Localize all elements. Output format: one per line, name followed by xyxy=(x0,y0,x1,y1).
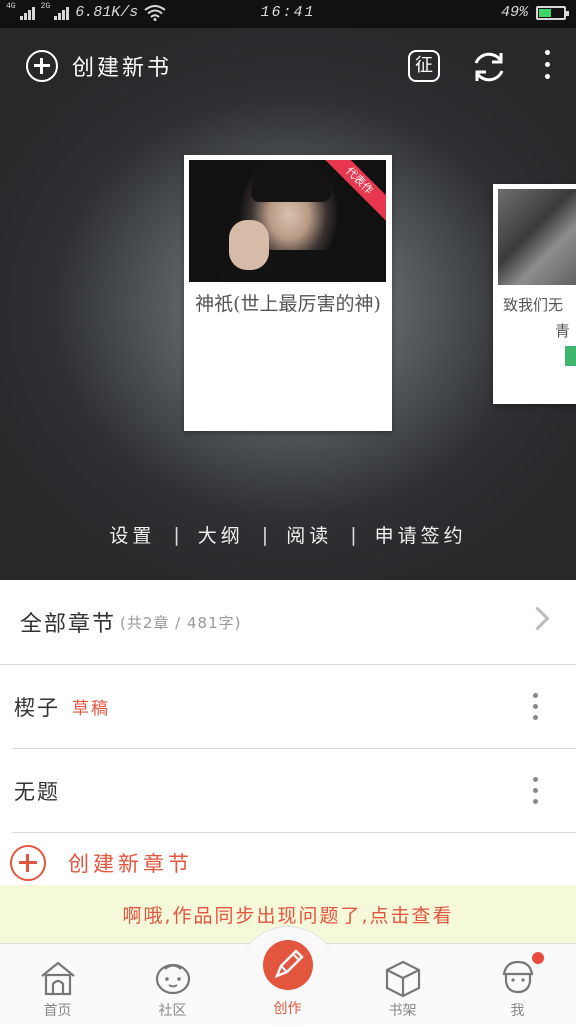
chapter-list: 全部章节 (共2章 / 481字) 楔子 草稿 无题 创建新章节 xyxy=(0,580,576,893)
pencil-icon xyxy=(274,949,304,979)
chevron-right-icon xyxy=(525,606,550,631)
box-icon xyxy=(385,960,420,998)
all-chapters-label: 全部章节 xyxy=(20,612,117,637)
book-status-tag xyxy=(565,346,576,366)
chapter-title: 无题 xyxy=(14,779,60,804)
plus-circle-icon xyxy=(10,845,46,881)
book-card-next[interactable]: 致我们无 青 xyxy=(493,184,576,404)
book-cover-image: 代表作 xyxy=(189,160,386,282)
chapter-more-icon[interactable] xyxy=(533,777,538,810)
chapter-row[interactable]: 楔子 草稿 xyxy=(12,665,576,749)
create-tab-circle xyxy=(263,940,313,990)
battery-icon xyxy=(536,5,569,20)
chapter-stats: (共2章 / 481字) xyxy=(120,613,242,632)
chapter-more-icon[interactable] xyxy=(533,693,538,726)
clock: 16:41 xyxy=(260,4,316,21)
all-chapters-row[interactable]: 全部章节 (共2章 / 481字) xyxy=(0,580,576,665)
sync-error-text: 啊哦,作品同步出现问题了,点击查看 xyxy=(122,904,454,927)
book-card[interactable]: 代表作 神祇(世上最厉害的神) xyxy=(184,155,392,431)
notification-badge xyxy=(531,952,544,964)
bottom-tab-bar: 首页 社区 创作 书架 我 xyxy=(0,926,576,1027)
create-book-button[interactable]: 创建新书 xyxy=(26,50,172,82)
read-link[interactable]: 阅读 xyxy=(286,521,332,548)
tab-me[interactable]: 我 xyxy=(460,944,575,1025)
tab-community[interactable]: 社区 xyxy=(115,944,230,1025)
book-title: 神祇(世上最厉害的神) xyxy=(195,293,381,315)
apply-sign-link[interactable]: 申请签约 xyxy=(375,521,467,548)
home-icon xyxy=(40,961,75,996)
battery-percent: 49% xyxy=(500,4,528,21)
book-actions: 设置 | 大纲 | 阅读 | 申请签约 xyxy=(0,521,576,548)
outline-link[interactable]: 大纲 xyxy=(198,521,244,548)
create-chapter-label: 创建新章节 xyxy=(68,852,193,876)
tab-bookshelf[interactable]: 书架 xyxy=(345,944,460,1025)
chapter-row[interactable]: 无题 xyxy=(12,749,576,833)
book-title: 致我们无 青 xyxy=(503,296,571,340)
settings-link[interactable]: 设置 xyxy=(109,521,155,548)
book-cover-image xyxy=(498,189,576,285)
sync-icon[interactable] xyxy=(470,48,508,86)
profile-icon xyxy=(502,960,533,994)
contest-button[interactable]: 征 xyxy=(408,50,440,82)
community-icon xyxy=(155,963,190,995)
create-chapter-button[interactable]: 创建新章节 xyxy=(0,833,576,893)
more-menu-icon[interactable] xyxy=(540,50,554,86)
tab-home[interactable]: 首页 xyxy=(0,944,115,1025)
chapter-title: 楔子 xyxy=(14,695,60,720)
tab-create[interactable]: 创作 xyxy=(230,940,345,1025)
book-shelf-hero: 创建新书 征 代表作 神祇(世上最厉害的神) 致我们无 青 设置 | 大纲 | … xyxy=(0,28,576,580)
draft-badge: 草稿 xyxy=(72,699,110,719)
plus-circle-icon xyxy=(26,50,58,82)
create-book-label: 创建新书 xyxy=(72,56,173,81)
status-bar: 4G 2G 6.81K/s 16:41 49% xyxy=(0,0,576,28)
